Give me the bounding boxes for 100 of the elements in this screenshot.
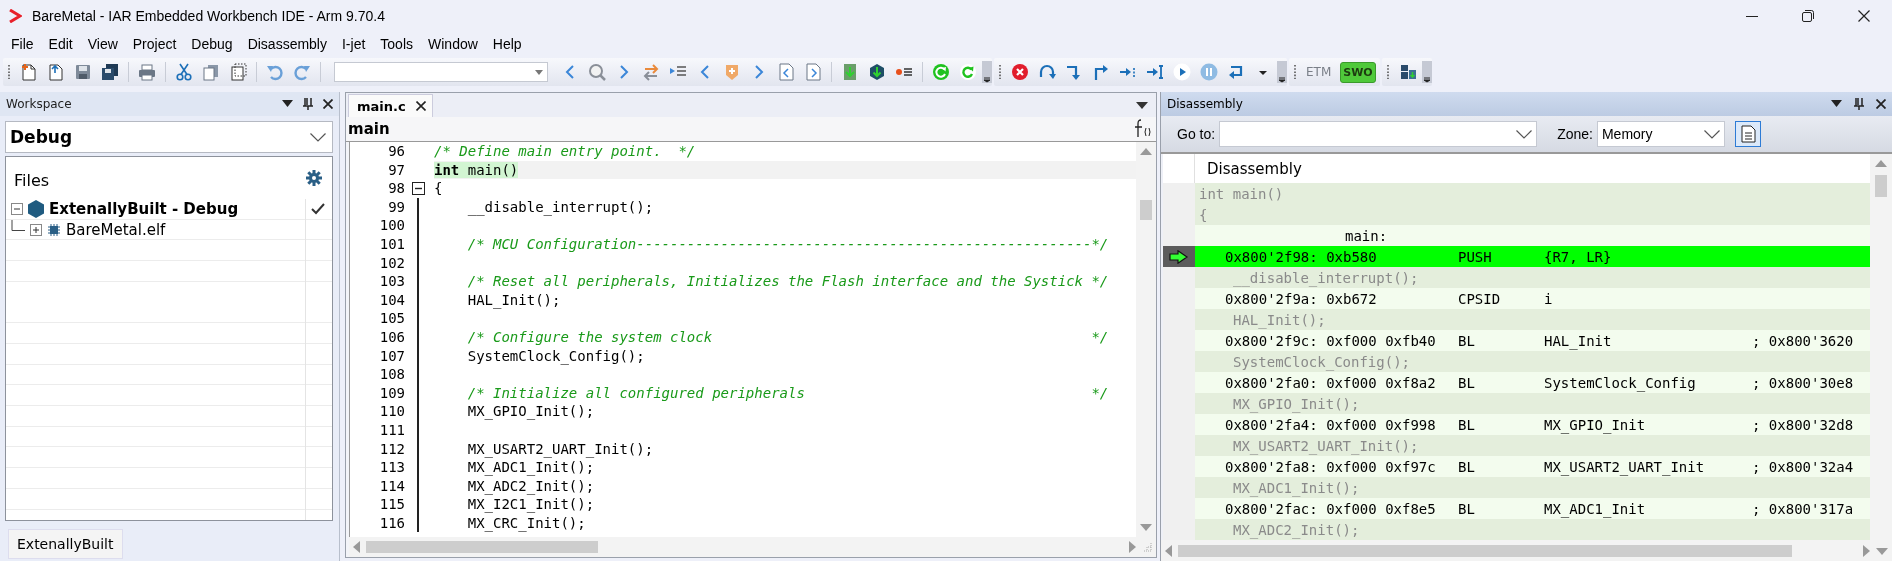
page-arrow-icon[interactable] <box>47 63 65 81</box>
return-icon[interactable] <box>1227 63 1245 81</box>
expand-icon[interactable] <box>30 224 42 237</box>
menu-item[interactable]: I-jet <box>335 34 374 54</box>
pin-icon[interactable] <box>303 98 313 110</box>
disassembly-row[interactable]: 0x800'2f9c: 0xf000 0xfb40 BL HAL_Init ; 0x800'3620 <box>1195 330 1870 351</box>
restore-icon[interactable] <box>1802 10 1814 22</box>
grip-icon[interactable] <box>1385 64 1390 80</box>
grip-icon[interactable] <box>998 64 1002 80</box>
code-comment: /* Initialize all configured peripherals */ <box>467 384 1109 401</box>
menu-item[interactable]: Project <box>125 34 185 54</box>
scroll-up-icon[interactable] <box>1140 148 1152 155</box>
new-file-icon[interactable] <box>20 63 38 81</box>
trace-button[interactable]: ETM <box>1306 65 1332 79</box>
scroll-right-icon[interactable] <box>1129 541 1136 553</box>
cut-icon[interactable] <box>175 63 193 81</box>
dropdown-icon[interactable] <box>282 100 293 108</box>
close-icon[interactable] <box>1876 99 1886 109</box>
page-left-icon[interactable] <box>777 63 795 81</box>
tree-item[interactable]: BareMetal.elf <box>6 219 332 241</box>
code-line: MX_ADC2_Init(); <box>467 477 595 494</box>
print-icon[interactable] <box>138 63 156 81</box>
layout-icon[interactable] <box>1398 63 1417 81</box>
save-all-icon[interactable] <box>101 63 119 81</box>
scrollbar-thumb[interactable] <box>1875 175 1887 197</box>
menu-item[interactable]: Tools <box>373 34 421 54</box>
page-right-icon[interactable] <box>804 63 822 81</box>
redo-icon[interactable] <box>293 63 311 81</box>
document-button[interactable] <box>1734 121 1761 147</box>
line-number: 107 <box>378 346 405 366</box>
hexagon-icon <box>28 200 44 219</box>
menu-item[interactable]: Window <box>421 34 486 54</box>
refresh-icon[interactable] <box>959 63 977 81</box>
step-out-icon[interactable] <box>1092 63 1110 81</box>
scrollbar-thumb[interactable] <box>366 541 598 553</box>
menu-item[interactable]: Debug <box>184 34 241 54</box>
column-header: Files <box>14 169 51 190</box>
tree-item[interactable]: ExtenallyBuilt - Debug <box>6 199 332 220</box>
disassembly-row[interactable]: main: <box>1195 225 1870 246</box>
dropdown-arrow-icon[interactable] <box>535 69 543 75</box>
dropdown-icon[interactable] <box>1831 100 1842 108</box>
disassembly-row[interactable]: 0x800'2fa8: 0xf000 0xf97c BL MX_USART2_UART_Init ; 0x800'32a4 <box>1195 456 1870 477</box>
line-number: 112 <box>378 439 405 459</box>
scrollbar-thumb[interactable] <box>1140 199 1152 220</box>
function-icon[interactable] <box>1132 119 1152 139</box>
collapse-icon[interactable] <box>411 182 425 195</box>
file-tab[interactable]: main.c <box>348 94 433 117</box>
resize-grip-icon[interactable] <box>1142 542 1152 552</box>
swap-arrows-icon[interactable] <box>642 63 660 81</box>
disassembly-row[interactable]: 0x800'2fa4: 0xf000 0xf998 BL MX_GPIO_Init ; 0x800'32d8 <box>1195 414 1870 435</box>
step-into-icon[interactable] <box>1065 63 1083 81</box>
trace-button[interactable]: SWO <box>1340 61 1376 83</box>
menu-item[interactable]: Help <box>485 34 530 54</box>
menu-item[interactable]: Edit <box>41 34 81 54</box>
step-over-icon[interactable] <box>1038 63 1056 81</box>
dropdown-icon[interactable] <box>1136 102 1148 109</box>
zone-combo[interactable]: Memory <box>1596 121 1725 147</box>
line-number: 104 <box>378 290 405 310</box>
grip-icon[interactable] <box>1293 64 1297 80</box>
scroll-left-icon[interactable] <box>353 541 360 553</box>
instruction-operand: HAL_Init <box>1544 332 1613 349</box>
menu-item[interactable]: File <box>4 34 42 54</box>
instruction-operand: {R7, LR} <box>1544 248 1613 265</box>
close-icon[interactable] <box>1858 10 1870 22</box>
scroll-down-icon[interactable] <box>1876 547 1888 555</box>
grip-icon[interactable] <box>7 64 11 80</box>
download-icon[interactable] <box>841 63 859 81</box>
instruction-address: 0x800'2fa0: 0xf000 0xf8a2 <box>1224 374 1437 391</box>
play-icon[interactable] <box>1173 63 1191 81</box>
workspace-tab[interactable]: ExtenallyBuilt <box>8 529 123 559</box>
code-line: HAL_Init(); <box>467 291 561 308</box>
scrollbar-thumb[interactable] <box>1178 545 1792 557</box>
paste-icon[interactable] <box>229 63 247 81</box>
menu-item[interactable]: Disassembly <box>240 34 335 54</box>
disassembly-row[interactable]: 0x800'2f9a: 0xb672 CPSID i <box>1195 288 1870 309</box>
hexagon-download-icon[interactable] <box>868 63 886 81</box>
search-icon[interactable] <box>588 63 606 81</box>
stop-icon[interactable] <box>1011 63 1029 81</box>
close-icon[interactable] <box>323 99 333 109</box>
reset-icon[interactable] <box>932 63 950 81</box>
overflow-icon[interactable] <box>1421 58 1432 86</box>
disassembly-row[interactable]: 0x800'2fa0: 0xf000 0xf8a2 BL SystemClock_Config ; 0x800'30e8 <box>1195 372 1870 393</box>
scroll-up-icon[interactable] <box>1875 160 1887 167</box>
disassembly-row[interactable]: 0x800'2f98: 0xb580 PUSH {R7, LR} <box>1195 246 1870 267</box>
pin-icon[interactable] <box>1854 98 1864 110</box>
disassembly-row[interactable]: 0x800'2fac: 0xf000 0xf8e5 BL MX_ADC1_Init ; 0x800'317a <box>1195 498 1870 519</box>
configuration-dropdown[interactable]: Debug <box>5 121 333 153</box>
save-icon[interactable] <box>74 63 92 81</box>
close-icon[interactable] <box>415 101 426 111</box>
undo-icon[interactable] <box>266 63 284 81</box>
menu-item[interactable]: View <box>80 34 126 54</box>
scroll-right-icon[interactable] <box>1863 545 1870 557</box>
scroll-down-icon[interactable] <box>1140 524 1152 531</box>
copy-icon[interactable] <box>202 63 220 81</box>
run-to-cursor-icon[interactable] <box>1146 63 1164 81</box>
settings-icon[interactable] <box>306 170 322 186</box>
scroll-left-icon[interactable] <box>1165 545 1172 557</box>
overflow-icon[interactable] <box>982 58 992 86</box>
overflow-icon[interactable] <box>1277 58 1287 86</box>
instruction-comment: ; 0x800'30e8 <box>1752 374 1854 391</box>
